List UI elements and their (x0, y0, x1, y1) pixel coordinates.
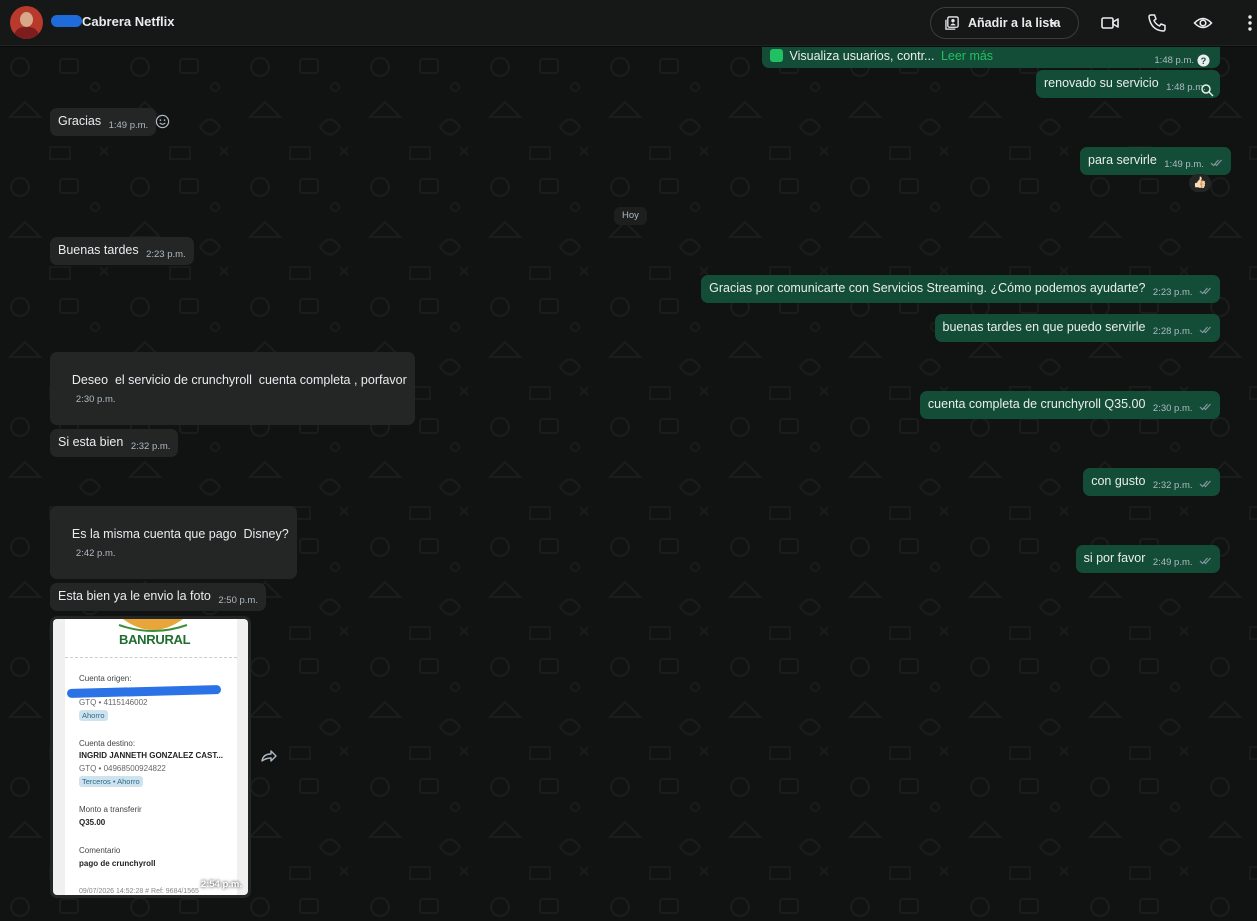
chat-header: Cabrera Netflix Añadir a la lista (0, 0, 1257, 46)
date-separator: Hoy (614, 207, 647, 225)
amount-label: Monto a transferir (79, 805, 142, 814)
dest-label: Cuenta destino: (79, 739, 136, 748)
reaction-badge[interactable]: 👍🏻 (1189, 174, 1211, 192)
message-time: 2:28 p.m. (1152, 326, 1193, 337)
origin-type-tag: Ahorro (79, 710, 108, 721)
message-text: para servirle (1088, 153, 1157, 167)
comment-label: Comentario (79, 846, 121, 855)
message-time: 2:30 p.m. (1152, 403, 1193, 414)
message-text: renovado su servicio (1044, 76, 1159, 90)
read-more-link[interactable]: Leer más (941, 49, 993, 63)
message-text: Gracias (58, 114, 102, 128)
forward-icon[interactable] (260, 749, 278, 763)
message-text: si por favor (1083, 551, 1146, 565)
chat-area[interactable]: Visualiza usuarios, contr... Leer más 1:… (0, 47, 1257, 921)
add-list-label: Añadir a la lista (968, 16, 1061, 30)
message-time: 2:30 p.m. (75, 394, 116, 405)
message-text: Esta bien ya le envio la foto (58, 589, 211, 603)
read-ticks-icon (1199, 403, 1211, 411)
menu-icon[interactable] (1243, 13, 1257, 33)
dest-type-tag: Terceros • Ahorro (79, 776, 143, 787)
message-outgoing[interactable]: si por favor 2:49 p.m. (1075, 545, 1220, 573)
phone-icon[interactable] (1147, 13, 1167, 33)
message-text: buenas tardes en que puedo servirle (942, 320, 1146, 334)
contact-avatar[interactable] (10, 6, 43, 39)
message-outgoing[interactable]: Visualiza usuarios, contr... Leer más 1:… (762, 47, 1220, 68)
message-outgoing[interactable]: Gracias por comunicarte con Servicios St… (701, 275, 1220, 303)
avatar-shirt (14, 27, 39, 39)
message-time: 2:49 p.m. (1152, 557, 1193, 568)
message-time: 1:49 p.m. (1164, 159, 1204, 170)
read-ticks-icon (1199, 326, 1211, 334)
read-ticks-icon (1210, 159, 1223, 167)
message-incoming[interactable]: Es la misma cuenta que pago Disney? 2:42… (50, 506, 297, 579)
avatar-face (20, 12, 33, 27)
message-outgoing[interactable]: cuenta completa de crunchyroll Q35.00 2:… (919, 391, 1220, 419)
message-time: 2:50 p.m. (218, 595, 258, 606)
name-redaction (51, 15, 82, 27)
message-time: 2:32 p.m. (130, 441, 171, 452)
message-time: 2:54 p.m. (200, 879, 242, 890)
message-time: 2:42 p.m. (75, 548, 116, 559)
message-text: Buenas tardes (58, 243, 139, 257)
read-ticks-icon (1199, 557, 1211, 565)
dest-name: INGRID JANNETH GONZALEZ CAST... (79, 751, 224, 760)
receipt-divider (65, 657, 237, 658)
read-ticks-icon (1199, 480, 1211, 488)
message-text: Es la misma cuenta que pago Disney? (71, 527, 289, 541)
chevron-down-icon (1050, 22, 1056, 25)
bank-name: BANRURAL (119, 632, 191, 647)
message-text: cuenta completa de crunchyroll Q35.00 (927, 397, 1146, 411)
message-text: Visualiza usuarios, contr... (789, 49, 935, 63)
message-incoming[interactable]: Esta bien ya le envio la foto 2:50 p.m. (50, 583, 266, 611)
message-outgoing[interactable]: con gusto 2:32 p.m. (1083, 468, 1220, 496)
add-list-icon (945, 15, 959, 30)
message-text: Deseo el servicio de crunchyroll cuenta … (71, 373, 407, 387)
svg-text:?: ? (1201, 56, 1207, 66)
amount-value: Q35.00 (79, 818, 106, 827)
message-outgoing[interactable]: renovado su servicio 1:48 p.m. (1036, 70, 1220, 98)
message-incoming[interactable]: Deseo el servicio de crunchyroll cuenta … (50, 352, 415, 425)
origin-account: GTQ • 4115146002 (79, 698, 148, 707)
origin-label: Cuenta origen: (79, 674, 132, 683)
receipt-image[interactable]: BANRURAL Cuenta origen: GTQ • 4115146002… (53, 619, 248, 895)
video-call-icon[interactable] (1100, 13, 1120, 33)
eye-icon[interactable] (1193, 13, 1213, 33)
message-time: 2:32 p.m. (1152, 480, 1193, 491)
message-time: 1:49 p.m. (108, 120, 149, 131)
message-time: 2:23 p.m. (146, 249, 186, 260)
receipt-footer: 09/07/2026 14:52:28 # Ref: 9684/1565 (79, 888, 199, 895)
emoji-reaction-icon[interactable] (155, 114, 170, 129)
message-time: 2:23 p.m. (1152, 287, 1193, 298)
help-icon[interactable]: ? (1197, 54, 1210, 67)
message-text: con gusto (1091, 474, 1146, 488)
message-incoming[interactable]: Buenas tardes 2:23 p.m. (50, 237, 194, 265)
dest-account: GTQ • 04968500924822 (79, 764, 166, 773)
add-to-list-button[interactable]: Añadir a la lista (930, 7, 1079, 39)
message-outgoing[interactable]: para servirle 1:49 p.m. (1080, 147, 1232, 175)
check-icon (770, 49, 783, 62)
message-text: Si esta bien (58, 435, 124, 449)
read-ticks-icon (1199, 287, 1211, 295)
message-incoming[interactable]: Si esta bien 2:32 p.m. (50, 429, 179, 457)
comment-value: pago de crunchyroll (79, 859, 156, 868)
search-icon[interactable] (1200, 83, 1214, 97)
message-outgoing[interactable]: buenas tardes en que puedo servirle 2:28… (934, 314, 1220, 342)
image-message[interactable]: BANRURAL Cuenta origen: GTQ • 4115146002… (50, 616, 251, 898)
message-text: Gracias por comunicarte con Servicios St… (709, 281, 1146, 295)
message-time: 1:48 p.m. (1154, 55, 1194, 66)
contact-name[interactable]: Cabrera Netflix (82, 14, 174, 29)
message-incoming[interactable]: Gracias 1:49 p.m. (50, 108, 157, 136)
